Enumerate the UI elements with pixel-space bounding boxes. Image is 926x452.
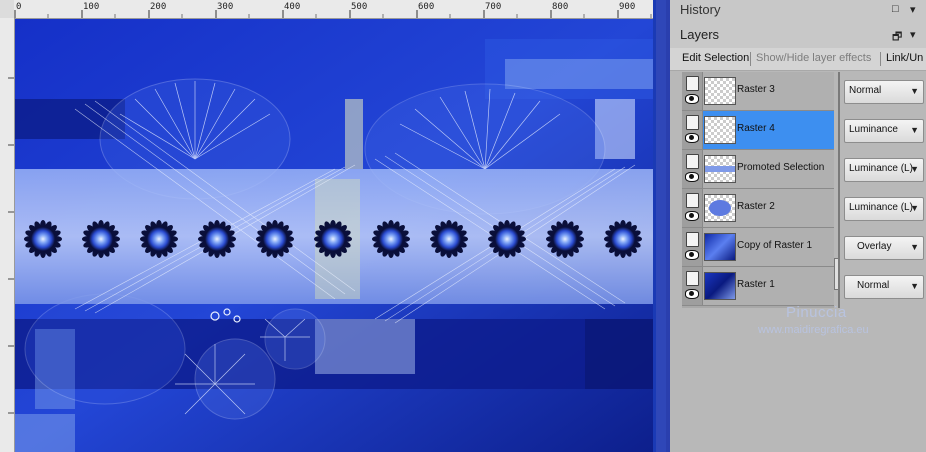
layer-name: Raster 4 xyxy=(737,123,775,134)
layer-thumbnail xyxy=(704,194,736,222)
dropdown-arrow-icon: ▼ xyxy=(910,86,919,96)
layer-row-copy-of-raster-1[interactable]: Copy of Raster 1 xyxy=(682,228,834,267)
show-hide-layer-effects-button[interactable]: Show/Hide layer effects xyxy=(756,52,871,64)
layers-list: Raster 3 Raster 4 Promoted Selection Ras… xyxy=(682,72,834,308)
layer-row-promoted-selection[interactable]: Promoted Selection xyxy=(682,150,834,189)
layer-row-raster-4[interactable]: Raster 4 xyxy=(682,111,834,150)
edit-selection-button[interactable]: Edit Selection xyxy=(682,52,749,64)
watermark-name: Pinuccia xyxy=(786,304,847,321)
daisy-ornament xyxy=(488,220,526,258)
blend-mode-value: Normal xyxy=(857,280,890,291)
blend-mode-value: Luminance (L) xyxy=(849,202,913,213)
panel-separator xyxy=(656,0,666,452)
toolbar-separator xyxy=(750,52,751,66)
daisy-ornament xyxy=(140,220,178,258)
daisy-ornament xyxy=(372,220,410,258)
link-unlink-button[interactable]: Link/Un xyxy=(886,52,923,64)
eye-icon[interactable] xyxy=(685,94,699,104)
layer-icons xyxy=(682,111,703,149)
canvas-area[interactable]: 0 100 200 300 400 500 600 700 800 900 xyxy=(0,0,656,452)
eye-icon[interactable] xyxy=(685,172,699,182)
eye-icon[interactable] xyxy=(685,289,699,299)
artwork-graphic xyxy=(15,19,653,452)
eye-icon[interactable] xyxy=(685,133,699,143)
layer-thumbnail xyxy=(704,233,736,261)
layer-icons xyxy=(682,150,703,188)
daisy-ornament xyxy=(546,220,584,258)
layer-name: Raster 1 xyxy=(737,279,775,290)
maximize-icon[interactable]: □ xyxy=(892,3,899,15)
layer-icons xyxy=(682,228,703,266)
watermark-url: www.maidiregrafica.eu xyxy=(758,324,869,336)
layer-row-raster-2[interactable]: Raster 2 xyxy=(682,189,834,228)
layer-icons xyxy=(682,189,703,227)
eye-icon[interactable] xyxy=(685,250,699,260)
daisy-ornament xyxy=(604,220,642,258)
blend-mode-value: Luminance (L) xyxy=(849,163,913,174)
layer-name: Raster 3 xyxy=(737,84,775,95)
blend-mode-value: Luminance xyxy=(849,124,898,135)
vertical-ruler xyxy=(0,18,15,452)
dropdown-arrow-icon: ▼ xyxy=(910,281,919,291)
layer-thumbnail xyxy=(704,272,736,300)
layers-panel-header: Layers 🗗 ▾ xyxy=(670,22,926,48)
daisy-ornament xyxy=(314,220,352,258)
blend-mode-select[interactable]: Luminance ▼ xyxy=(844,119,924,143)
layers-toolbar: Edit Selection Show/Hide layer effects L… xyxy=(670,48,926,71)
layer-type-icon xyxy=(686,193,699,208)
artwork-image[interactable] xyxy=(15,19,653,452)
dropdown-arrow-icon: ▼ xyxy=(910,203,919,213)
layer-type-icon xyxy=(686,271,699,286)
layer-icons xyxy=(682,72,703,110)
daisy-ornament xyxy=(198,220,236,258)
eye-icon[interactable] xyxy=(685,211,699,221)
toolbar-separator xyxy=(880,52,881,66)
ruler-corner xyxy=(0,0,15,19)
layers-panel[interactable]: Layers 🗗 ▾ Edit Selection Show/Hide laye… xyxy=(670,22,926,452)
ruler-ticks xyxy=(14,10,652,18)
daisy-ornament xyxy=(82,220,120,258)
horizontal-ruler: 0 100 200 300 400 500 600 700 800 900 xyxy=(14,0,656,19)
blend-mode-value: Normal xyxy=(849,85,882,96)
layer-name: Copy of Raster 1 xyxy=(737,240,813,251)
blend-mode-select[interactable]: Normal ▼ xyxy=(844,80,924,104)
layer-name: Raster 2 xyxy=(737,201,775,212)
history-panel-title: History xyxy=(680,2,721,17)
dropdown-arrow-icon: ▼ xyxy=(910,164,919,174)
layer-thumbnail xyxy=(704,77,736,105)
layer-icons xyxy=(682,267,703,305)
daisy-ornament xyxy=(256,220,294,258)
history-panel[interactable]: History □ ▾ xyxy=(670,0,926,23)
blend-mode-select[interactable]: Overlay ▼ xyxy=(844,236,924,260)
dropdown-arrow-icon: ▼ xyxy=(910,242,919,252)
restore-icon[interactable]: 🗗 xyxy=(892,28,902,47)
blend-mode-select[interactable]: Luminance (L) ▼ xyxy=(844,158,924,182)
daisy-ornament xyxy=(430,220,468,258)
layer-type-icon xyxy=(686,154,699,169)
layer-name: Promoted Selection xyxy=(737,162,825,173)
blend-mode-select[interactable]: Normal ▼ xyxy=(844,275,924,299)
layer-type-icon xyxy=(686,76,699,91)
blend-mode-value: Overlay xyxy=(857,241,892,252)
chevron-down-icon[interactable]: ▾ xyxy=(910,3,916,16)
daisy-ornament xyxy=(24,220,62,258)
blend-mode-column: Normal ▼ Luminance ▼ Luminance (L) ▼ Lum… xyxy=(838,72,926,308)
layer-thumbnail xyxy=(704,116,736,144)
layer-row-raster-3[interactable]: Raster 3 xyxy=(682,72,834,111)
chevron-down-icon[interactable]: ▾ xyxy=(910,28,916,41)
blend-mode-select[interactable]: Luminance (L) ▼ xyxy=(844,197,924,221)
layer-thumbnail xyxy=(704,155,736,183)
dropdown-arrow-icon: ▼ xyxy=(910,125,919,135)
layers-panel-title: Layers xyxy=(680,27,720,42)
layer-type-icon xyxy=(686,115,699,130)
layer-type-icon xyxy=(686,232,699,247)
layer-row-raster-1[interactable]: Raster 1 xyxy=(682,267,834,306)
